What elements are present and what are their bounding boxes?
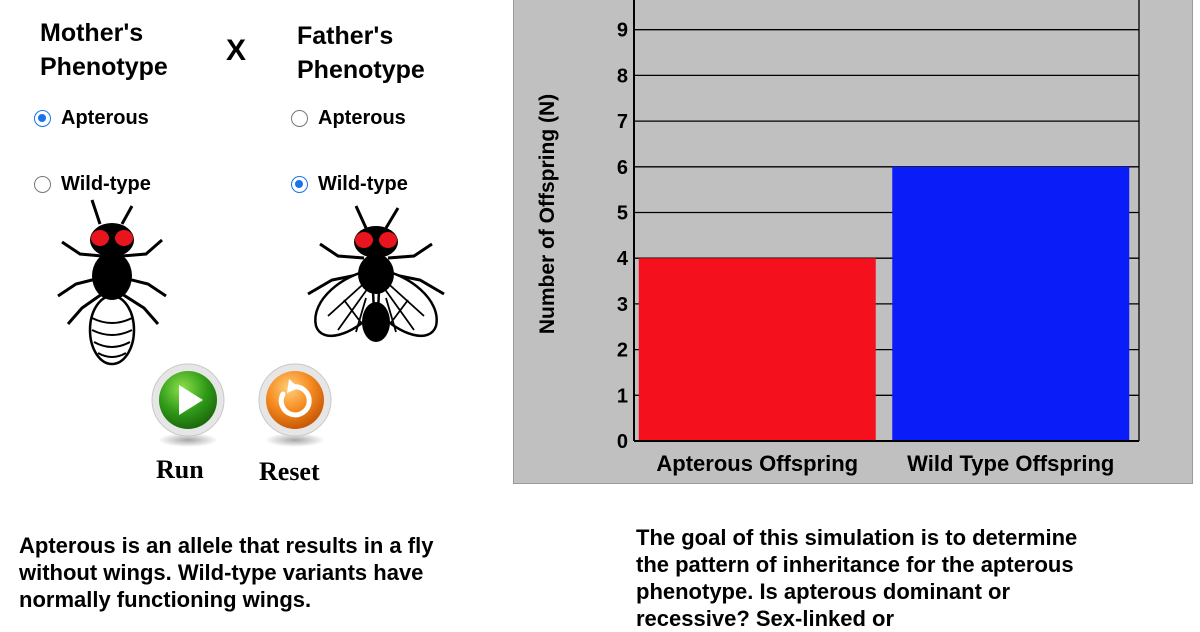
y-tick-label: 0 <box>617 431 628 453</box>
reset-button[interactable] <box>253 360 337 450</box>
offspring-chart-panel: 012345678910Apterous OffspringWild Type … <box>513 0 1193 484</box>
reset-label: Reset <box>259 457 320 486</box>
y-tick-label: 8 <box>617 65 628 87</box>
y-tick-label: 4 <box>617 248 629 270</box>
mother-apterous-label: Apterous <box>61 107 149 129</box>
run-button[interactable] <box>146 360 230 450</box>
father-apterous-label: Apterous <box>318 107 406 129</box>
y-tick-label: 2 <box>617 340 628 362</box>
y-tick-label: 6 <box>617 157 628 179</box>
y-tick-label: 5 <box>617 203 628 225</box>
apterous-description: Apterous is an allele that results in a … <box>19 533 434 612</box>
father-option-wildtype[interactable]: Wild-type <box>291 173 408 196</box>
y-tick-label: 7 <box>617 111 628 133</box>
offspring-bar-chart: 012345678910Apterous OffspringWild Type … <box>536 0 1140 476</box>
mother-wildtype-radio[interactable] <box>34 176 51 193</box>
y-axis-label: Number of Offspring (N) <box>536 94 559 334</box>
mother-heading-line2: Phenotype <box>40 53 168 81</box>
father-option-apterous[interactable]: Apterous <box>291 107 406 130</box>
y-tick-label: 9 <box>617 20 628 42</box>
mother-wildtype-label: Wild-type <box>61 173 151 195</box>
y-tick-label: 1 <box>617 385 628 407</box>
mother-heading-line1: Mother's <box>40 19 144 47</box>
father-phenotype-heading: Father's Phenotype <box>297 19 425 87</box>
x-category-label: Apterous Offspring <box>656 451 858 476</box>
x-category-label: Wild Type Offspring <box>907 451 1114 476</box>
bar-wild-type <box>892 166 1130 442</box>
mother-phenotype-heading: Mother's Phenotype <box>40 16 168 84</box>
mother-option-wildtype[interactable]: Wild-type <box>34 173 151 196</box>
apterous-fly-image <box>57 199 167 366</box>
simulation-goal-text: The goal of this simulation is to determ… <box>636 525 1078 631</box>
bar-apterous <box>638 258 876 441</box>
y-tick-label: 3 <box>617 294 628 316</box>
wildtype-fly-image <box>307 205 445 342</box>
father-heading-line2: Phenotype <box>297 56 425 84</box>
mother-apterous-radio[interactable] <box>34 110 51 127</box>
run-label: Run <box>156 455 204 484</box>
father-wildtype-radio[interactable] <box>291 176 308 193</box>
father-wildtype-label: Wild-type <box>318 173 408 195</box>
mother-option-apterous[interactable]: Apterous <box>34 107 149 130</box>
cross-symbol: X <box>226 34 247 67</box>
father-heading-line1: Father's <box>297 22 394 50</box>
father-apterous-radio[interactable] <box>291 110 308 127</box>
